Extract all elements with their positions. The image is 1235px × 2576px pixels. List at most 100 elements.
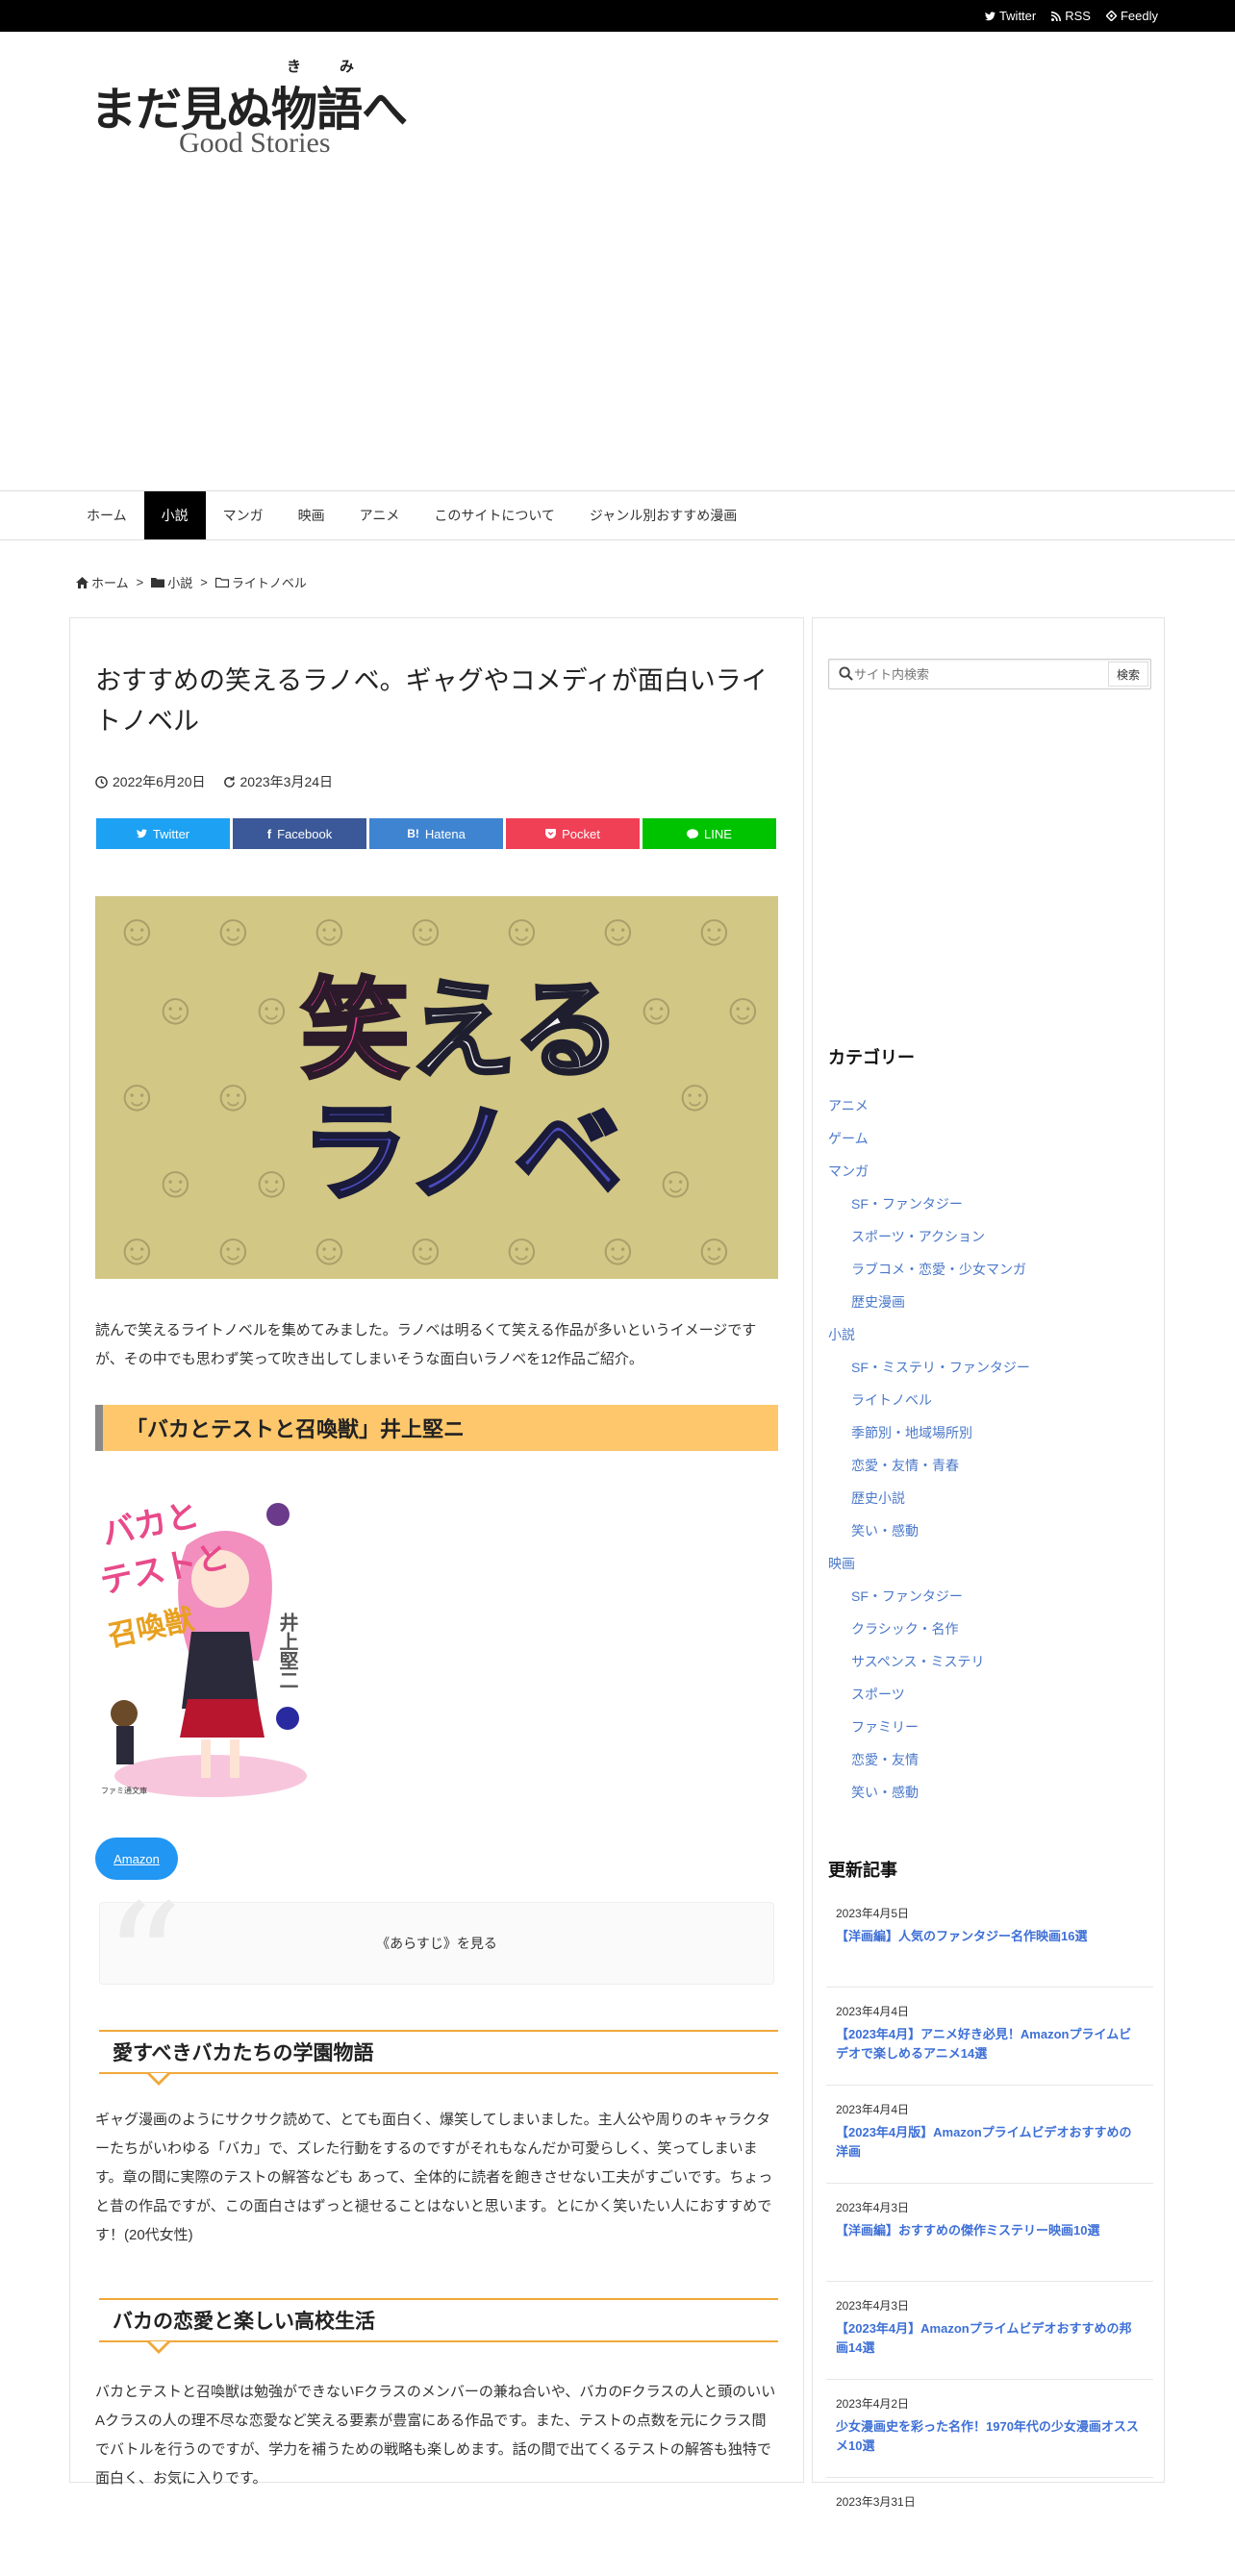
recent-post-item[interactable]: 2023年4月2日 少女漫画史を彩った名作！1970年代の少女漫画オススメ10選 bbox=[826, 2380, 1153, 2478]
recent-post-title[interactable]: 少女漫画史を彩った名作！1970年代の少女漫画オススメ10選 bbox=[836, 2417, 1144, 2456]
twitter-icon bbox=[984, 11, 996, 20]
recent-post-item[interactable]: 2023年4月4日 【2023年4月】アニメ好き必見！Amazonプライムビデオで… bbox=[826, 1988, 1153, 2086]
synopsis-toggle[interactable]: “ 《あらすじ》を見る bbox=[99, 1884, 774, 2038]
folder-icon bbox=[151, 578, 165, 588]
feedly-link[interactable]: Feedly bbox=[1105, 9, 1158, 23]
published-date-text: 2022年6月20日 bbox=[113, 774, 206, 789]
category-item[interactable]: 映画 bbox=[828, 1554, 1030, 1587]
recent-posts-heading: 更新記事 bbox=[828, 1861, 897, 1880]
rss-link[interactable]: RSS bbox=[1051, 9, 1091, 23]
category-subitem[interactable]: 笑い・感動 bbox=[828, 1783, 1030, 1815]
category-item[interactable]: アニメ bbox=[828, 1096, 1030, 1129]
smiley-icon: ☺ bbox=[211, 1070, 256, 1120]
category-subitem[interactable]: 恋愛・友情・青春 bbox=[828, 1456, 1030, 1488]
search-button[interactable]: 検索 bbox=[1108, 662, 1148, 687]
category-subitem[interactable]: SF・ミステリ・ファンタジー bbox=[828, 1358, 1030, 1390]
nav-item-about[interactable]: このサイトについて bbox=[416, 491, 572, 539]
recent-post-title[interactable]: 【2023年4月】アニメ好き必見！Amazonプライムビデオで楽しめるアニメ14… bbox=[836, 2025, 1144, 2063]
category-subitem[interactable]: ライトノベル bbox=[828, 1390, 1030, 1423]
recent-posts-list: 2023年4月5日【洋画編】人気のファンタジー名作映画16選 2023年4月4日… bbox=[826, 1889, 1153, 2576]
share-line-button[interactable]: LINE bbox=[643, 818, 776, 849]
category-subitem[interactable]: 季節別・地域場所別 bbox=[828, 1423, 1030, 1456]
smiley-icon: ☺ bbox=[634, 984, 679, 1034]
share-twitter-button[interactable]: Twitter bbox=[96, 818, 230, 849]
nav-item-anime[interactable]: アニメ bbox=[342, 491, 417, 539]
twitter-link[interactable]: Twitter bbox=[984, 9, 1036, 23]
breadcrumb-home[interactable]: ホーム bbox=[76, 573, 129, 591]
share-hatena-button[interactable]: B! Hatena bbox=[369, 818, 503, 849]
recent-post-item[interactable]: 2023年4月4日【2023年4月版】Amazonプライムビデオおすすめの洋画 bbox=[826, 2086, 1153, 2184]
line-icon bbox=[687, 828, 699, 838]
recent-post-item[interactable]: 2023年4月5日【洋画編】人気のファンタジー名作映画16選 bbox=[826, 1889, 1153, 1988]
clock-icon bbox=[95, 775, 108, 788]
breadcrumb-home-label: ホーム bbox=[91, 576, 129, 590]
breadcrumb-novel[interactable]: 小説 bbox=[151, 573, 192, 591]
book-author: 井上堅二 bbox=[276, 1613, 299, 1689]
category-subitem[interactable]: ラブコメ・恋愛・少女マンガ bbox=[828, 1260, 1030, 1292]
synopsis-toggle-label: 《あらすじ》を見る bbox=[376, 1936, 497, 1951]
nav-item-manga[interactable]: マンガ bbox=[206, 491, 281, 539]
category-item[interactable]: 小説 bbox=[828, 1325, 1030, 1358]
smiley-icon: ☺ bbox=[249, 1157, 294, 1207]
recent-post-title[interactable]: 【2023年4月】Amazonプライムビデオおすすめの邦画14選 bbox=[836, 2319, 1144, 2358]
twitter-icon bbox=[136, 829, 147, 838]
category-subitem[interactable]: サスペンス・ミステリ bbox=[828, 1652, 1030, 1685]
nav-item-movie[interactable]: 映画 bbox=[281, 491, 342, 539]
smiley-icon: ☺ bbox=[595, 1224, 641, 1274]
pocket-icon bbox=[545, 829, 557, 838]
rss-link-label: RSS bbox=[1065, 9, 1091, 23]
home-icon bbox=[76, 576, 88, 588]
hatena-icon: B! bbox=[407, 827, 419, 840]
recent-post-date: 2023年4月4日 bbox=[836, 2103, 910, 2116]
category-subitem[interactable]: SF・ファンタジー bbox=[828, 1194, 1030, 1227]
recent-post-date: 2023年4月3日 bbox=[836, 2299, 910, 2313]
site-logo[interactable]: きみ まだ見ぬ物語へ Good Stories bbox=[90, 56, 417, 162]
smiley-icon: ☺ bbox=[114, 1224, 160, 1274]
category-subitem[interactable]: 笑い・感動 bbox=[828, 1521, 1030, 1554]
rss-icon bbox=[1051, 11, 1062, 21]
refresh-icon bbox=[223, 775, 235, 788]
nav-item-home[interactable]: ホーム bbox=[69, 491, 144, 539]
smiley-icon: ☺ bbox=[307, 1224, 352, 1274]
category-subitem[interactable]: スポーツ bbox=[828, 1685, 1030, 1717]
recent-post-date: 2023年4月5日 bbox=[836, 1907, 910, 1920]
category-subitem[interactable]: 恋愛・友情 bbox=[828, 1750, 1030, 1783]
updated-date-text: 2023年3月24日 bbox=[239, 774, 334, 789]
recent-post-title[interactable]: 【洋画編】人気のファンタジー名作映画16選 bbox=[836, 1927, 1144, 1946]
recent-post-title[interactable]: 【洋画編】おすすめの傑作ミステリー映画10選 bbox=[836, 2221, 1144, 2240]
categories-heading: カテゴリー bbox=[828, 1048, 915, 1067]
hero-text-white: える bbox=[407, 970, 623, 1090]
breadcrumb-separator: > bbox=[200, 575, 208, 589]
intro-paragraph: 読んで笑えるライトノベルを集めてみました。ラノベは明るくて笑える作品が多いという… bbox=[95, 1322, 757, 1367]
smiley-icon: ☺ bbox=[153, 984, 198, 1034]
nav-item-novel[interactable]: 小説 bbox=[143, 491, 206, 539]
share-twitter-label: Twitter bbox=[152, 826, 190, 841]
nav-item-genre-manga[interactable]: ジャンル別おすすめ漫画 bbox=[572, 491, 754, 539]
share-facebook-button[interactable]: f Facebook bbox=[233, 818, 366, 849]
category-subitem[interactable]: ファミリー bbox=[828, 1717, 1030, 1750]
hero-image: ☺ ☺ ☺ ☺ ☺ ☺ ☺ ☺ ☺ ☺ ☺ ☺ ☺ ☺ ☺ ☺ ☺ ☺ ☺ ☺ … bbox=[95, 896, 778, 1279]
breadcrumb: ホーム > 小説 > ライトノベル bbox=[76, 573, 307, 591]
category-subitem[interactable]: クラシック・名作 bbox=[828, 1619, 1030, 1652]
breadcrumb-light-novel[interactable]: ライトノベル bbox=[214, 573, 307, 591]
smiley-icon: ☺ bbox=[403, 1224, 448, 1274]
recent-post-title[interactable]: 【2023年4月版】Amazonプライムビデオおすすめの洋画 bbox=[836, 2123, 1144, 2162]
search-input[interactable] bbox=[854, 660, 1095, 688]
recent-post-item[interactable]: 2023年4月3日 【洋画編】おすすめの傑作ミステリー映画10選 bbox=[826, 2184, 1153, 2282]
category-item[interactable]: マンガ bbox=[828, 1162, 1030, 1194]
review-paragraph: バカとテストと召喚獣は勉強ができないFクラスのメンバーの兼ね合いや、バカのFクラ… bbox=[95, 2384, 776, 2487]
feedly-link-label: Feedly bbox=[1120, 9, 1158, 23]
recent-post-item[interactable]: 2023年3月31日 bbox=[826, 2478, 1153, 2576]
search-form: 検索 bbox=[828, 659, 1151, 689]
share-pocket-button[interactable]: Pocket bbox=[506, 818, 640, 849]
category-subitem[interactable]: スポーツ・アクション bbox=[828, 1227, 1030, 1260]
smiley-icon: ☺ bbox=[595, 905, 641, 955]
sidebar: 検索 カテゴリー アニメ ゲーム マンガ SF・ファンタジー スポーツ・アクショ… bbox=[812, 617, 1165, 2509]
recent-post-item[interactable]: 2023年4月3日【2023年4月】Amazonプライムビデオおすすめの邦画14… bbox=[826, 2282, 1153, 2380]
book-cover-image[interactable]: バカと テストと 召喚獣 井上堅二 ファミ通文庫 bbox=[95, 1488, 322, 1801]
category-item[interactable]: ゲーム bbox=[828, 1129, 1030, 1162]
category-subitem[interactable]: SF・ファンタジー bbox=[828, 1587, 1030, 1619]
category-subitem[interactable]: 歴史漫画 bbox=[828, 1292, 1030, 1325]
category-subitem[interactable]: 歴史小説 bbox=[828, 1488, 1030, 1521]
breadcrumb-separator: > bbox=[136, 575, 144, 589]
